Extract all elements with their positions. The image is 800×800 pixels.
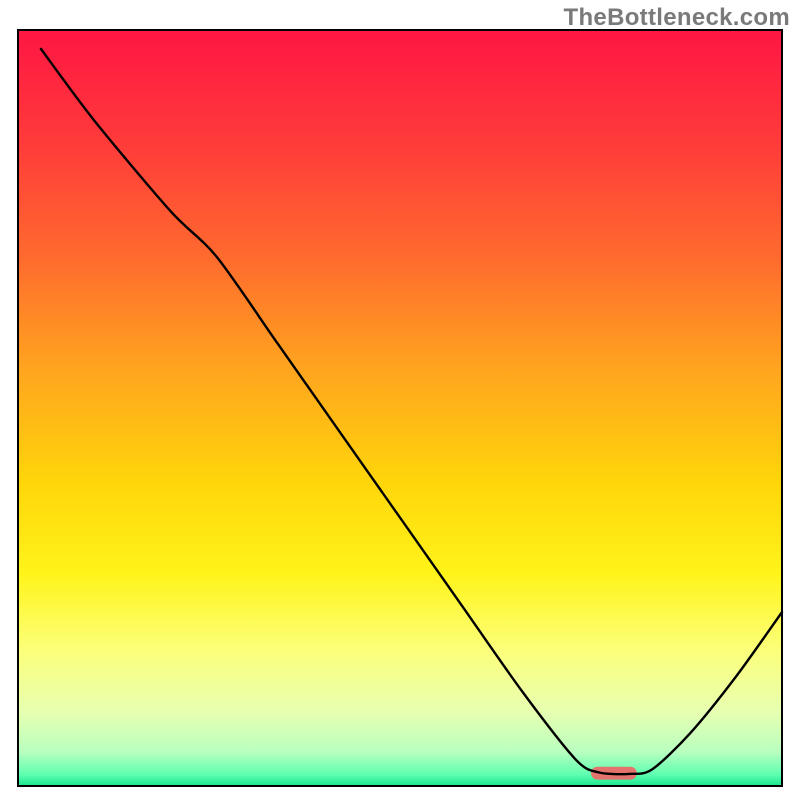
chart-background-gradient [18,30,782,786]
watermark-text: TheBottleneck.com [564,4,790,32]
bottleneck-chart [0,0,800,800]
chart-container: TheBottleneck.com [0,0,800,800]
